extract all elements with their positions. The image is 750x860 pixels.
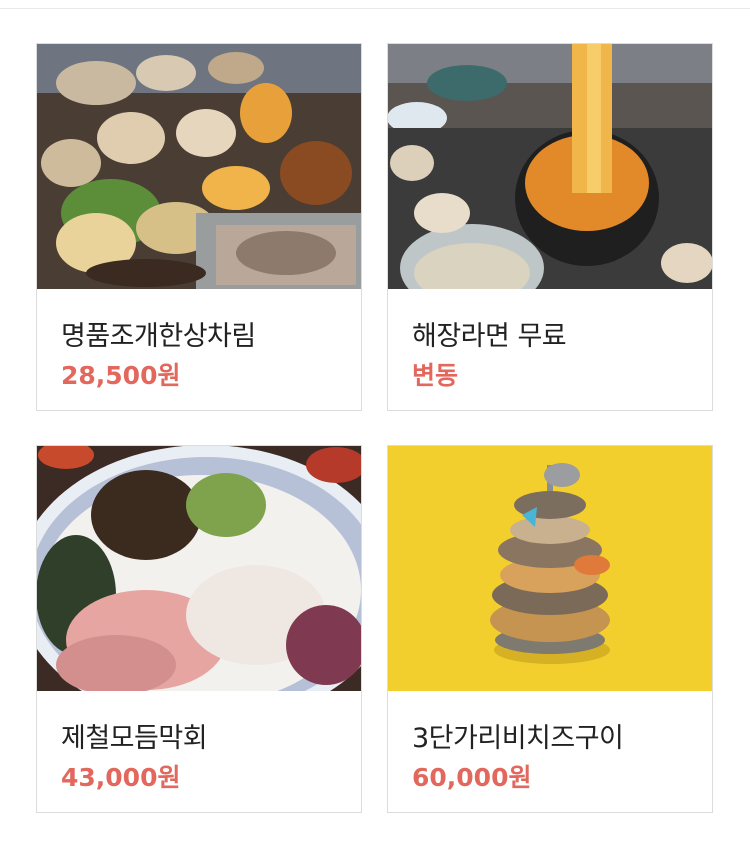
menu-card[interactable]: 3단가리비치즈구이 60,000원 — [387, 445, 713, 813]
top-divider — [0, 0, 750, 9]
menu-item-price: 변동 — [412, 361, 459, 390]
ramen-noodles-photo — [388, 44, 712, 289]
raw-fish-platter-photo — [37, 446, 361, 691]
scallop-tower-photo — [388, 446, 712, 691]
menu-card[interactable]: 해장라면 무료 변동 — [387, 43, 713, 411]
grilled-shellfish-platter-photo — [37, 44, 361, 289]
menu-item-name: 3단가리비치즈구이 — [412, 723, 624, 754]
menu-item-price: 28,500원 — [61, 361, 181, 390]
menu-card[interactable]: 제철모듬막회 43,000원 — [36, 445, 362, 813]
menu-item-price: 60,000원 — [412, 763, 532, 792]
menu-item-name: 해장라면 무료 — [412, 321, 567, 352]
menu-item-name: 명품조개한상차림 — [61, 321, 256, 352]
menu-item-price: 43,000원 — [61, 763, 181, 792]
menu-card[interactable]: 명품조개한상차림 28,500원 — [36, 43, 362, 411]
menu-item-name: 제철모듬막회 — [61, 723, 208, 754]
